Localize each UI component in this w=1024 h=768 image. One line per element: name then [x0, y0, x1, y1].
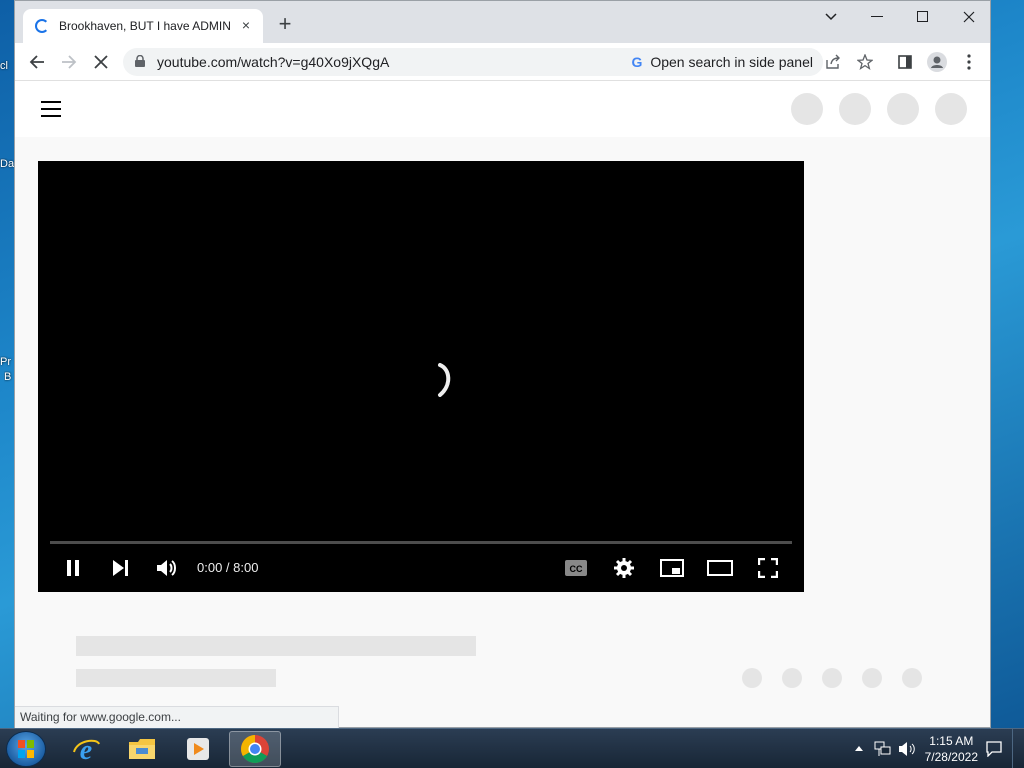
maximize-icon — [917, 11, 928, 22]
channel-placeholder — [76, 669, 276, 687]
windows-logo-icon — [18, 740, 34, 758]
show-hidden-icons-icon[interactable] — [854, 744, 864, 752]
tab-search-button[interactable] — [808, 1, 854, 33]
fullscreen-icon — [758, 558, 778, 578]
browser-window: Brookhaven, BUT I have ADMIN... × + yout… — [14, 0, 991, 728]
svg-text:e: e — [80, 735, 92, 764]
maximize-button[interactable] — [900, 1, 946, 33]
action-placeholder — [822, 668, 842, 688]
action-placeholder — [742, 668, 762, 688]
header-placeholder-circle — [935, 93, 967, 125]
desktop-icon-label[interactable]: Pr — [0, 356, 14, 368]
skip-next-icon — [113, 560, 128, 576]
action-placeholder — [902, 668, 922, 688]
browser-toolbar: youtube.com/watch?v=g40Xo9jXQgA G Open s… — [15, 43, 990, 81]
youtube-header — [15, 81, 990, 137]
address-bar[interactable]: youtube.com/watch?v=g40Xo9jXQgA G Open s… — [123, 48, 823, 76]
desktop-icon-label[interactable]: Da — [0, 158, 14, 170]
share-button[interactable] — [819, 48, 847, 76]
more-vert-icon — [967, 54, 971, 70]
google-icon: G — [631, 54, 643, 70]
tab-active[interactable]: Brookhaven, BUT I have ADMIN... × — [23, 9, 263, 43]
forward-arrow-icon — [62, 55, 77, 69]
network-icon[interactable] — [874, 741, 892, 757]
internet-explorer-icon: e — [73, 735, 100, 764]
taskbar: e 1:15 AM 7/28/2022 — [0, 728, 1024, 768]
side-panel-button[interactable] — [891, 48, 919, 76]
action-center-icon[interactable] — [986, 741, 1002, 757]
volume-tray-icon[interactable] — [898, 741, 918, 757]
fullscreen-button[interactable] — [755, 555, 781, 581]
clock[interactable]: 1:15 AM 7/28/2022 — [925, 733, 978, 765]
youtube-page: 0:00 / 8:00 CC — [15, 81, 990, 727]
chrome-icon — [241, 735, 269, 763]
miniplayer-button[interactable] — [659, 555, 685, 581]
profile-button[interactable] — [923, 48, 951, 76]
header-placeholder-circle — [887, 93, 919, 125]
profile-avatar-icon — [927, 52, 947, 72]
loading-spinner-icon — [35, 19, 49, 33]
tab-strip: Brookhaven, BUT I have ADMIN... × + — [15, 1, 990, 43]
pause-icon — [67, 560, 79, 576]
header-placeholder-circle — [839, 93, 871, 125]
subtitles-button[interactable]: CC — [563, 555, 589, 581]
next-button[interactable] — [107, 555, 133, 581]
minimize-icon — [871, 16, 883, 17]
action-placeholder — [862, 668, 882, 688]
volume-icon — [157, 560, 176, 576]
taskbar-chrome[interactable] — [229, 731, 281, 767]
action-placeholder — [782, 668, 802, 688]
tab-close-button[interactable]: × — [237, 16, 255, 34]
video-loading-spinner-icon — [438, 363, 451, 397]
bookmark-button[interactable] — [851, 48, 879, 76]
menu-icon[interactable] — [41, 101, 61, 117]
show-desktop-button[interactable] — [1012, 729, 1024, 768]
media-player-icon — [187, 738, 209, 760]
close-window-button[interactable] — [946, 1, 992, 33]
new-tab-button[interactable]: + — [273, 13, 297, 37]
star-icon — [857, 54, 873, 70]
back-arrow-icon — [29, 55, 44, 69]
taskbar-file-explorer[interactable] — [116, 731, 168, 767]
open-search-side-panel-button[interactable]: G Open search in side panel — [623, 48, 823, 76]
miniplayer-icon — [660, 559, 684, 577]
tab-title: Brookhaven, BUT I have ADMIN... — [59, 19, 231, 33]
start-button[interactable] — [6, 731, 46, 767]
taskbar-internet-explorer[interactable]: e — [60, 731, 112, 767]
folder-icon — [129, 739, 155, 759]
cc-icon: CC — [565, 560, 587, 576]
side-panel-label: Open search in side panel — [650, 54, 813, 70]
theater-icon — [707, 560, 733, 576]
share-icon — [826, 54, 840, 69]
forward-button[interactable] — [55, 48, 83, 76]
clock-date: 7/28/2022 — [924, 750, 978, 764]
taskbar-media-player[interactable] — [172, 731, 224, 767]
title-placeholder — [76, 636, 476, 656]
status-bubble: Waiting for www.google.com... — [15, 706, 339, 728]
minimize-button[interactable] — [854, 1, 900, 33]
url-text[interactable]: youtube.com/watch?v=g40Xo9jXQgA — [157, 54, 389, 70]
gear-icon — [614, 558, 634, 578]
settings-button[interactable] — [611, 555, 637, 581]
header-placeholder-circle — [791, 93, 823, 125]
player-controls: 0:00 / 8:00 CC — [38, 551, 804, 585]
stop-icon — [94, 55, 108, 69]
svg-text:CC: CC — [570, 564, 583, 574]
close-icon — [963, 11, 975, 23]
progress-bar[interactable] — [50, 541, 792, 544]
system-tray: 1:15 AM 7/28/2022 — [824, 729, 1024, 768]
clock-time: 1:15 AM — [929, 734, 974, 748]
time-display: 0:00 / 8:00 — [197, 560, 259, 575]
chrome-menu-button[interactable] — [955, 48, 983, 76]
mute-button[interactable] — [154, 555, 180, 581]
pause-button[interactable] — [60, 555, 86, 581]
stop-loading-button[interactable] — [87, 48, 115, 76]
desktop-icon-label[interactable]: cl — [0, 60, 14, 72]
video-player[interactable]: 0:00 / 8:00 CC — [38, 161, 804, 592]
theater-mode-button[interactable] — [707, 555, 733, 581]
back-button[interactable] — [23, 48, 51, 76]
lock-icon — [135, 55, 145, 67]
chevron-down-icon — [825, 13, 837, 21]
side-panel-icon — [898, 55, 912, 69]
